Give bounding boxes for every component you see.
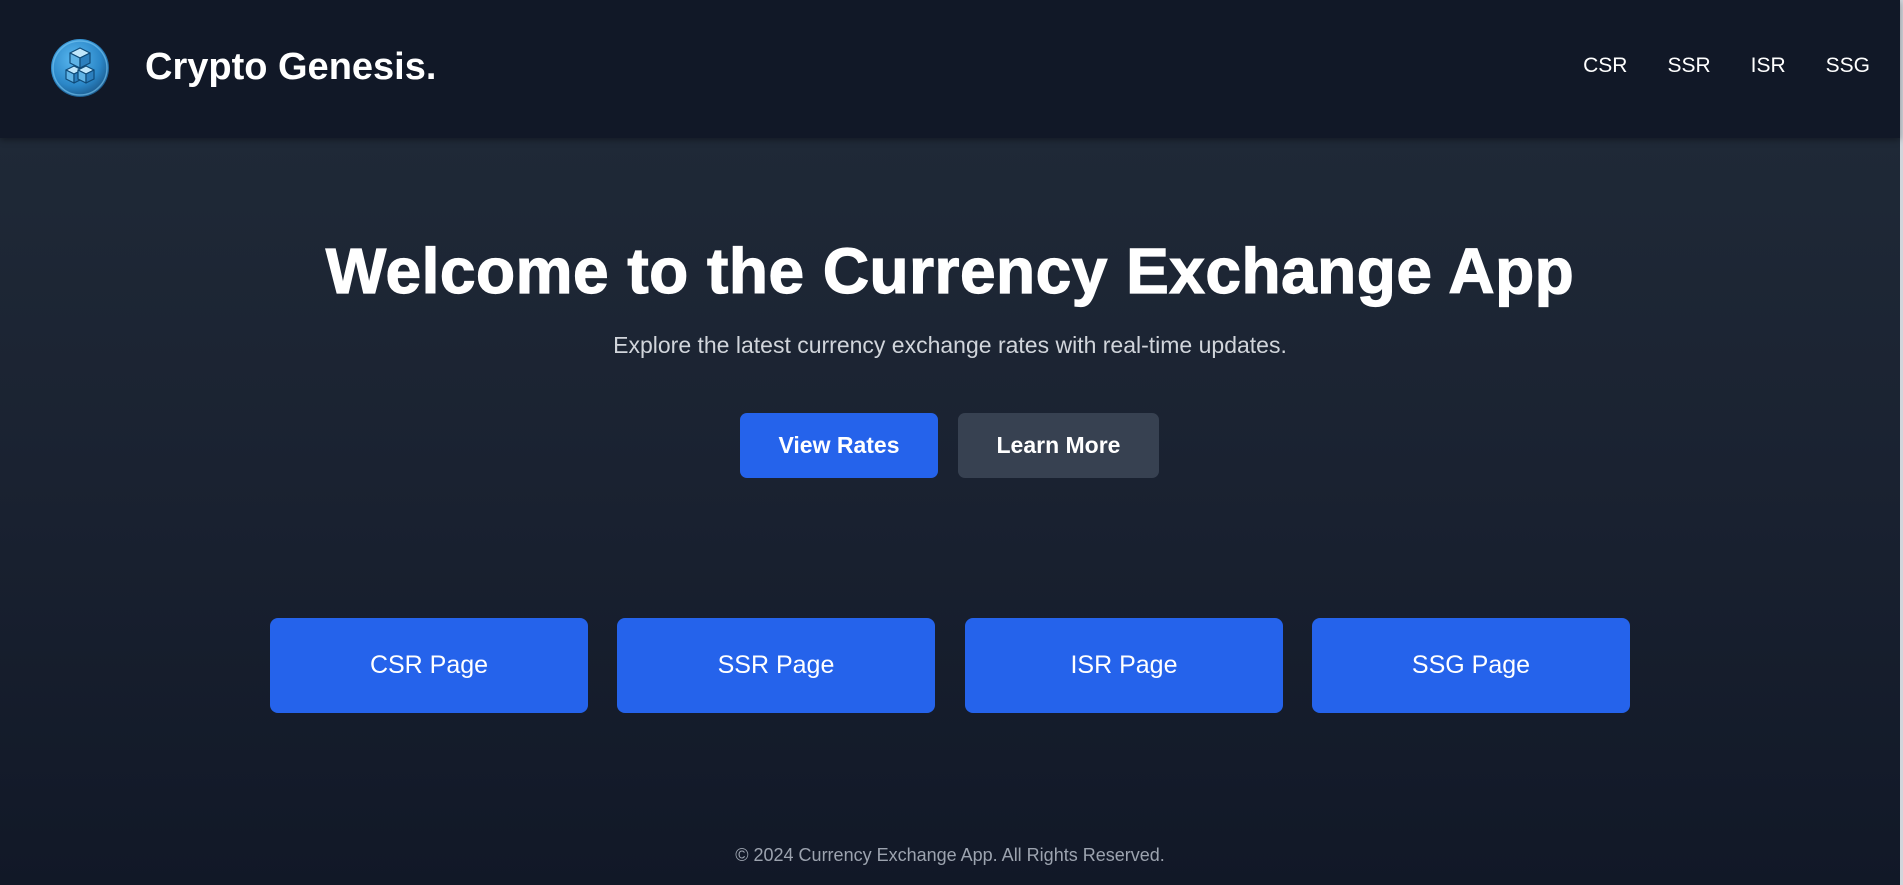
hero-subtitle: Explore the latest currency exchange rat… <box>613 332 1287 358</box>
nav-link-ssg[interactable]: SSG <box>1826 54 1870 78</box>
brand-name[interactable]: Crypto Genesis. <box>145 46 436 89</box>
main-content: Welcome to the Currency Exchange App Exp… <box>0 138 1900 885</box>
csr-page-card[interactable]: CSR Page <box>270 618 588 713</box>
nav-link-ssr[interactable]: SSR <box>1667 54 1710 78</box>
footer-copyright: © 2024 Currency Exchange App. All Rights… <box>735 845 1165 865</box>
isr-page-card[interactable]: ISR Page <box>965 618 1283 713</box>
nav-link-csr[interactable]: CSR <box>1583 54 1627 78</box>
view-rates-button[interactable]: View Rates <box>740 413 938 478</box>
learn-more-button[interactable]: Learn More <box>958 413 1159 478</box>
hero-title: Welcome to the Currency Exchange App <box>325 234 1575 307</box>
site-header: Crypto Genesis. CSR SSR ISR SSG <box>0 0 1900 138</box>
main-nav: CSR SSR ISR SSG <box>1543 54 1870 78</box>
ssg-page-card[interactable]: SSG Page <box>1312 618 1630 713</box>
cube-logo-icon[interactable] <box>50 38 110 98</box>
ssr-page-card[interactable]: SSR Page <box>617 618 935 713</box>
nav-link-isr[interactable]: ISR <box>1751 54 1786 78</box>
